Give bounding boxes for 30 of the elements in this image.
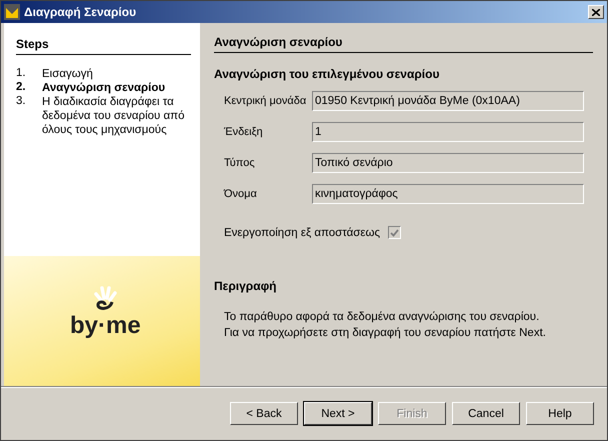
wizard-button[interactable]: < Back: [230, 402, 298, 425]
section-title: Αναγνώριση του επιλεγμένου σεναρίου: [214, 67, 440, 81]
description-text: Το παράθυρο αφορά τα δεδομένα αναγνώρισης του σεναρίου.: [223, 310, 540, 325]
wizard-button[interactable]: Cancel: [452, 402, 520, 425]
input-field[interactable]: Τοπικό σενάριο: [312, 153, 584, 173]
steps-title: Steps: [16, 37, 191, 55]
window-title: Διαγραφή Σεναρίου: [24, 5, 138, 19]
wizard-button[interactable]: Next >: [304, 402, 372, 425]
step-label: Αναγνώριση σεναρίου: [42, 81, 166, 95]
step-number: 1.: [16, 67, 27, 81]
input-field[interactable]: 1: [312, 122, 584, 142]
description-text: Για να προχωρήσετε στη διαγραφή του σεναρίου πατήστε Next.: [223, 326, 547, 341]
wizard-button[interactable]: Help: [526, 402, 594, 425]
description-title: Περιγραφή: [214, 279, 278, 293]
step-number: 3.: [16, 95, 27, 109]
logo-text: by·me: [70, 314, 141, 338]
step-label: Εισαγωγή: [42, 67, 93, 81]
field-label: Όνομα: [224, 188, 258, 200]
close-icon: [592, 8, 600, 16]
step-number: 2.: [16, 81, 27, 95]
input-field[interactable]: κινηματογράφος: [312, 184, 584, 204]
field-label: Ένδειξη: [224, 126, 264, 138]
step-label: Η διαδικασία διαγράφει τα δεδομένα του σεναρίου από όλους τους μηχανισμούς: [42, 95, 186, 137]
close-button[interactable]: [588, 5, 604, 19]
field-label: Κεντρική μονάδα: [224, 95, 308, 107]
page-title: Αναγνώριση σεναρίου: [214, 35, 593, 53]
checkbox-label: Ενεργοποίηση εξ αποστάσεως: [224, 226, 380, 238]
app-icon: [4, 4, 20, 20]
input-field[interactable]: 01950 Κεντρική μονάδα ByMe (0x10AA): [312, 91, 584, 111]
field-label: Τύπος: [224, 157, 256, 169]
